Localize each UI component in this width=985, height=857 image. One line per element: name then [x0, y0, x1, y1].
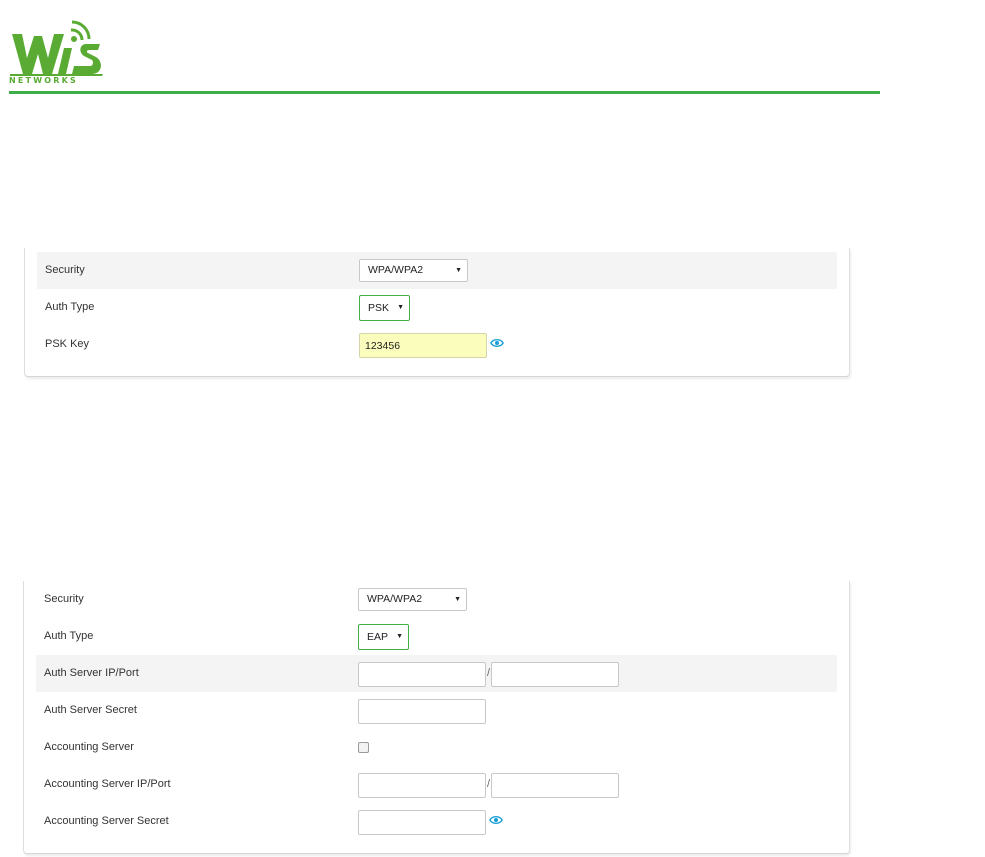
auth-type-select-value: EAP [367, 631, 389, 643]
auth-server-secret-row: Auth Server Secret [36, 692, 837, 729]
accounting-server-row: Accounting Server [36, 729, 837, 766]
security-select[interactable]: WPA/WPA2 ▼ [358, 588, 467, 611]
caret-down-icon: ▼ [396, 633, 403, 640]
accounting-server-checkbox[interactable] [358, 742, 369, 753]
auth-server-port-input[interactable] [491, 662, 619, 687]
caret-down-icon: ▼ [397, 304, 404, 311]
accounting-server-secret-input[interactable] [358, 810, 486, 835]
psk-key-input[interactable] [359, 333, 487, 358]
psk-key-label: PSK Key [45, 338, 90, 350]
caret-down-icon: ▼ [455, 267, 462, 274]
security-row: Security WPA/WPA2 ▼ [36, 581, 837, 618]
header-divider [9, 91, 880, 94]
auth-server-secret-label: Auth Server Secret [44, 704, 137, 716]
caret-down-icon: ▼ [454, 596, 461, 603]
ip-port-separator: / [487, 667, 491, 679]
auth-type-label: Auth Type [44, 630, 94, 642]
auth-type-select[interactable]: EAP ▼ [358, 624, 409, 650]
eye-icon[interactable] [490, 337, 504, 349]
auth-type-select-value: PSK [368, 302, 390, 314]
logo-subtext: NETWORKS [9, 76, 78, 85]
accounting-server-label: Accounting Server [44, 741, 134, 753]
security-row: Security WPA/WPA2 ▼ [37, 252, 837, 289]
auth-server-ip-input[interactable] [358, 662, 486, 687]
auth-type-select[interactable]: PSK ▼ [359, 295, 410, 321]
auth-type-label: Auth Type [45, 301, 95, 313]
security-select-value: WPA/WPA2 [367, 593, 423, 605]
accounting-server-ip-input[interactable] [358, 773, 486, 798]
auth-server-ip-port-row: Auth Server IP/Port / [36, 655, 837, 692]
security-panel-psk: Security WPA/WPA2 ▼ Auth Type PSK ▼ PSK … [24, 248, 850, 377]
accounting-server-ip-port-row: Accounting Server IP/Port / [36, 766, 837, 803]
auth-server-ip-port-label: Auth Server IP/Port [44, 667, 139, 679]
accounting-server-secret-row: Accounting Server Secret [36, 803, 837, 840]
security-select[interactable]: WPA/WPA2 ▼ [359, 259, 468, 282]
auth-type-row: Auth Type PSK ▼ [37, 289, 837, 326]
security-label: Security [44, 593, 84, 605]
security-panel-eap: Security WPA/WPA2 ▼ Auth Type EAP ▼ Auth… [23, 581, 850, 854]
security-select-value: WPA/WPA2 [368, 264, 424, 276]
psk-key-row: PSK Key [37, 326, 837, 363]
auth-server-secret-input[interactable] [358, 699, 486, 724]
ip-port-separator: / [487, 778, 491, 790]
auth-type-row: Auth Type EAP ▼ [36, 618, 837, 655]
accounting-server-secret-label: Accounting Server Secret [44, 815, 169, 827]
eye-icon[interactable] [489, 814, 503, 826]
security-label: Security [45, 264, 85, 276]
accounting-server-ip-port-label: Accounting Server IP/Port [44, 778, 171, 790]
accounting-server-port-input[interactable] [491, 773, 619, 798]
